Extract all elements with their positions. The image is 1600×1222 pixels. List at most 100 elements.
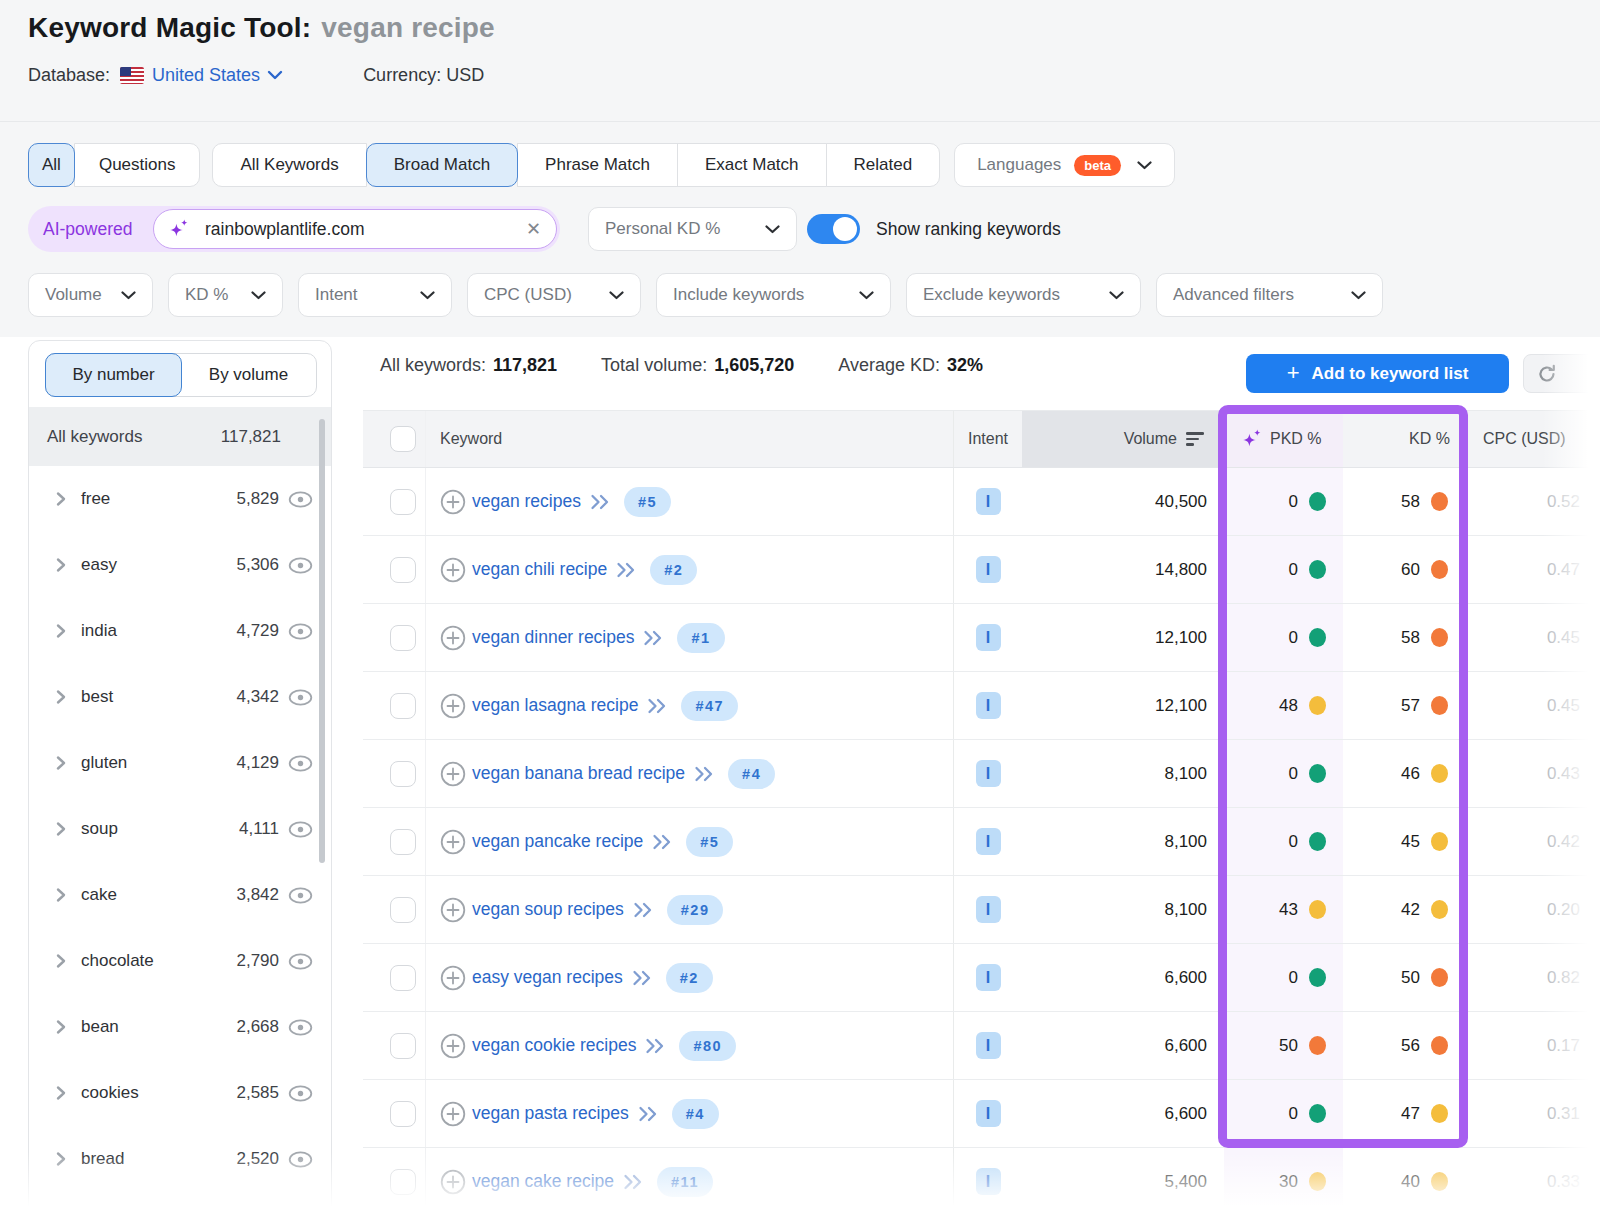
add-keyword-icon[interactable]: [440, 897, 466, 923]
eye-icon[interactable]: [288, 557, 313, 574]
keyword-link[interactable]: vegan cake recipe: [472, 1171, 614, 1192]
chevron-right-icon[interactable]: [56, 623, 66, 639]
eye-icon[interactable]: [288, 1019, 313, 1036]
row-checkbox[interactable]: [390, 693, 416, 719]
keyword-link[interactable]: vegan soup recipes: [472, 899, 624, 920]
select-all-checkbox[interactable]: [390, 426, 416, 452]
row-checkbox[interactable]: [390, 829, 416, 855]
chevron-right-icon[interactable]: [56, 689, 66, 705]
keyword-group-item[interactable]: soup 4,111: [29, 796, 331, 862]
keyword-group-item[interactable]: easy 5,306: [29, 532, 331, 598]
add-keyword-icon[interactable]: [440, 1101, 466, 1127]
chevron-right-icon[interactable]: [56, 755, 66, 771]
row-checkbox[interactable]: [390, 1169, 416, 1195]
show-ranking-toggle[interactable]: [807, 214, 860, 244]
refresh-button[interactable]: [1523, 354, 1600, 393]
tab-all[interactable]: All: [28, 143, 75, 187]
intent-filter[interactable]: Intent: [298, 273, 452, 317]
double-chevron-icon[interactable]: [616, 562, 637, 578]
add-keyword-icon[interactable]: [440, 829, 466, 855]
add-keyword-icon[interactable]: [440, 761, 466, 787]
double-chevron-icon[interactable]: [647, 698, 668, 714]
eye-icon[interactable]: [288, 953, 313, 970]
double-chevron-icon[interactable]: [632, 970, 653, 986]
keyword-group-item[interactable]: bread 2,520: [29, 1126, 331, 1192]
chevron-right-icon[interactable]: [56, 491, 66, 507]
row-checkbox[interactable]: [390, 625, 416, 651]
add-keyword-icon[interactable]: [440, 965, 466, 991]
tab-all-keywords[interactable]: All Keywords: [212, 143, 366, 187]
tab-phrase-match[interactable]: Phrase Match: [517, 143, 678, 187]
eye-icon[interactable]: [288, 689, 313, 706]
keyword-group-item[interactable]: chocolate 2,790: [29, 928, 331, 994]
eye-icon[interactable]: [288, 623, 313, 640]
column-header-keyword[interactable]: Keyword: [425, 411, 953, 467]
chevron-right-icon[interactable]: [56, 821, 66, 837]
chevron-right-icon[interactable]: [56, 1151, 66, 1167]
keyword-link[interactable]: vegan pancake recipe: [472, 831, 643, 852]
eye-icon[interactable]: [288, 1151, 313, 1168]
add-keyword-icon[interactable]: [440, 557, 466, 583]
keyword-link[interactable]: vegan recipes: [472, 491, 581, 512]
row-checkbox[interactable]: [390, 1033, 416, 1059]
by-number-tab[interactable]: By number: [45, 353, 182, 397]
tab-related[interactable]: Related: [826, 143, 941, 187]
chevron-right-icon[interactable]: [56, 557, 66, 573]
domain-input[interactable]: rainbowplantlife.com ✕: [153, 209, 557, 249]
chevron-right-icon[interactable]: [56, 1085, 66, 1101]
double-chevron-icon[interactable]: [694, 766, 715, 782]
keyword-group-item[interactable]: cookies 2,585: [29, 1060, 331, 1126]
kd-filter[interactable]: KD %: [168, 273, 283, 317]
tab-questions[interactable]: Questions: [74, 143, 201, 187]
double-chevron-icon[interactable]: [623, 1174, 644, 1190]
advanced-filters[interactable]: Advanced filters: [1156, 273, 1383, 317]
add-keyword-icon[interactable]: [440, 693, 466, 719]
chevron-right-icon[interactable]: [56, 953, 66, 969]
keyword-link[interactable]: easy vegan recipes: [472, 967, 623, 988]
keyword-link[interactable]: vegan lasagna recipe: [472, 695, 638, 716]
double-chevron-icon[interactable]: [638, 1106, 659, 1122]
chevron-right-icon[interactable]: [56, 887, 66, 903]
clear-icon[interactable]: ✕: [526, 218, 541, 240]
keyword-group-item[interactable]: bean 2,668: [29, 994, 331, 1060]
double-chevron-icon[interactable]: [643, 630, 664, 646]
languages-dropdown[interactable]: Languages beta: [954, 143, 1175, 187]
personal-kd-dropdown[interactable]: Personal KD %: [588, 207, 797, 251]
row-checkbox[interactable]: [390, 557, 416, 583]
chevron-down-icon[interactable]: [267, 70, 283, 80]
keyword-link[interactable]: vegan pasta recipes: [472, 1103, 629, 1124]
double-chevron-icon[interactable]: [652, 834, 673, 850]
keyword-link[interactable]: vegan cookie recipes: [472, 1035, 636, 1056]
row-checkbox[interactable]: [390, 761, 416, 787]
exclude-keywords-filter[interactable]: Exclude keywords: [906, 273, 1141, 317]
add-keyword-icon[interactable]: [440, 489, 466, 515]
keyword-group-item[interactable]: gluten 4,129: [29, 730, 331, 796]
double-chevron-icon[interactable]: [590, 494, 611, 510]
tab-exact-match[interactable]: Exact Match: [677, 143, 827, 187]
by-volume-tab[interactable]: By volume: [181, 354, 316, 396]
cpc-filter[interactable]: CPC (USD): [467, 273, 641, 317]
chevron-right-icon[interactable]: [56, 1019, 66, 1035]
double-chevron-icon[interactable]: [633, 902, 654, 918]
add-keyword-icon[interactable]: [440, 625, 466, 651]
keyword-group-item[interactable]: free 5,829: [29, 466, 331, 532]
add-keyword-icon[interactable]: [440, 1033, 466, 1059]
keyword-link[interactable]: vegan banana bread recipe: [472, 763, 685, 784]
column-header-volume[interactable]: Volume: [1022, 411, 1224, 467]
column-header-pkd[interactable]: PKD %: [1224, 411, 1343, 467]
add-keyword-icon[interactable]: [440, 1169, 466, 1195]
eye-icon[interactable]: [288, 887, 313, 904]
add-to-keyword-list-button[interactable]: +Add to keyword list: [1246, 354, 1509, 393]
row-checkbox[interactable]: [390, 897, 416, 923]
row-checkbox[interactable]: [390, 489, 416, 515]
include-keywords-filter[interactable]: Include keywords: [656, 273, 891, 317]
column-header-cpc[interactable]: CPC (USD): [1464, 411, 1600, 467]
row-checkbox[interactable]: [390, 1101, 416, 1127]
double-chevron-icon[interactable]: [645, 1038, 666, 1054]
row-checkbox[interactable]: [390, 965, 416, 991]
sidebar-scrollbar[interactable]: [319, 419, 325, 863]
database-value[interactable]: United States: [152, 65, 260, 86]
column-header-intent[interactable]: Intent: [953, 411, 1022, 467]
all-keywords-row[interactable]: All keywords 117,821: [29, 407, 331, 466]
eye-icon[interactable]: [288, 1085, 313, 1102]
